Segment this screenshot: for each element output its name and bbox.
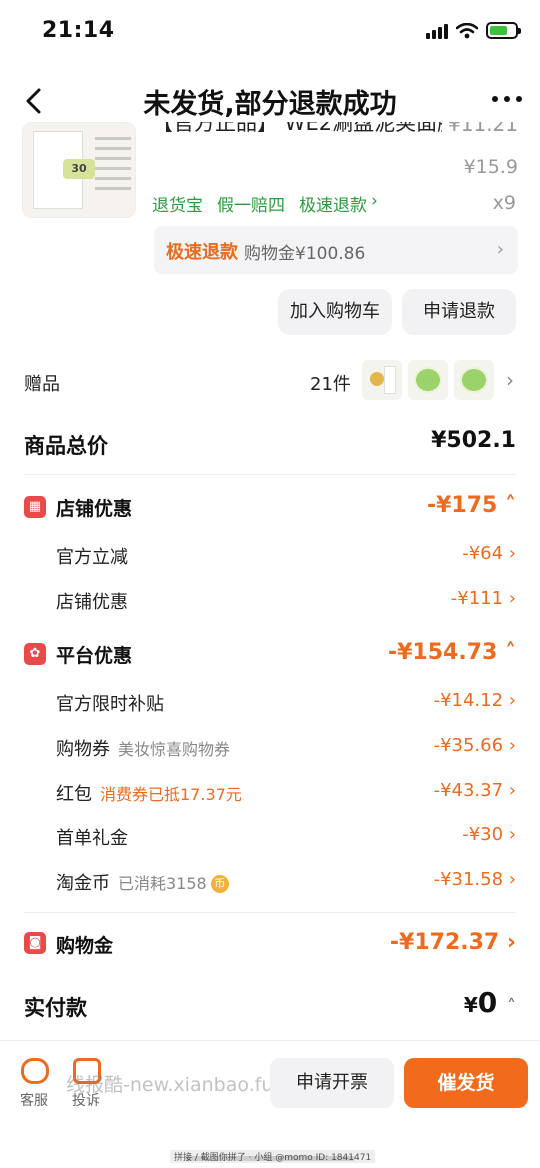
store-discount-label: 店铺优惠	[56, 498, 133, 520]
gift-count[interactable]: 21件	[310, 370, 351, 396]
shopping-credit-value[interactable]: -¥172.37 ›	[390, 930, 516, 955]
platform-item-value[interactable]: -¥14.12 ›	[434, 690, 516, 711]
chevron-right-icon: ›	[508, 543, 516, 564]
platform-item-value[interactable]: -¥30 ›	[462, 824, 516, 845]
platform-item-value[interactable]: -¥35.66 ›	[434, 735, 516, 756]
platform-item-value[interactable]: -¥31.58 ›	[434, 869, 516, 890]
goods-total-label: 商品总价	[24, 434, 108, 458]
shopping-credit-label: 购物金	[56, 935, 114, 957]
platform-icon: ✿	[24, 643, 46, 665]
store-discount-item-label: 店铺优惠	[56, 592, 128, 613]
status-icons	[426, 22, 521, 39]
chevron-right-icon: ›	[508, 690, 516, 711]
chevron-right-icon: ›	[508, 735, 516, 756]
page-title: 未发货,部分退款成功	[143, 89, 397, 120]
product-price: ¥11.21	[448, 122, 518, 136]
tag-return-insurance: 退货宝	[152, 196, 203, 216]
product-title[interactable]: 【官方正品】 WE2涮盘泥荚面膜	[152, 122, 442, 136]
paid-label: 实付款	[24, 996, 87, 1020]
refund-type: 极速退款	[166, 242, 238, 263]
chevron-right-icon: ›	[508, 869, 516, 890]
store-discount-item-value[interactable]: -¥111 ›	[451, 588, 516, 609]
platform-item-label: 购物券 美妆惊喜购物券	[56, 739, 231, 760]
coin-icon: 币	[210, 875, 229, 893]
customer-service-icon[interactable]	[21, 1058, 49, 1084]
status-time: 21:14	[42, 18, 115, 43]
chevron-right-icon: ›	[371, 191, 378, 211]
tag-fake-compensation: 假一赔四	[217, 196, 285, 216]
product-quantity: x9	[492, 192, 516, 214]
more-icon[interactable]	[492, 96, 522, 102]
home-indicator	[185, 1156, 355, 1161]
chevron-up-icon: ˄	[507, 996, 516, 1017]
store-discount-value[interactable]: -¥175 ˄	[427, 493, 516, 518]
watermark: 线报酷-new.xianbao.fun	[66, 1074, 286, 1096]
goods-total-value: ¥502.1	[431, 428, 516, 453]
platform-discount-value[interactable]: -¥154.73 ˄	[388, 640, 516, 665]
store-discount-item-value[interactable]: -¥64 ›	[462, 543, 516, 564]
platform-item-label: 红包 消费券已抵17.37元	[56, 784, 242, 805]
gift-thumbnail[interactable]	[362, 360, 402, 400]
product-original-price: ¥15.9	[463, 156, 518, 178]
battery-icon	[486, 22, 521, 39]
add-to-cart-button[interactable]: 加入购物车	[278, 289, 392, 335]
tag-fast-refund: 极速退款	[299, 196, 367, 216]
platform-item-value[interactable]: -¥43.37 ›	[434, 780, 516, 801]
wifi-icon	[456, 22, 478, 38]
cellular-signal-icon	[426, 23, 448, 39]
chevron-right-icon: ›	[508, 780, 516, 801]
gift-thumbnail[interactable]	[454, 360, 494, 400]
refund-amount: 购物金¥100.86	[244, 244, 366, 264]
gift-thumbnail[interactable]	[408, 360, 448, 400]
urge-shipment-button[interactable]: 催发货	[404, 1058, 528, 1108]
apply-refund-button[interactable]: 申请退款	[402, 289, 516, 335]
apply-invoice-button[interactable]: 申请开票	[270, 1058, 394, 1108]
service-tags[interactable]: 退货宝 假一赔四 极速退款 ›	[152, 191, 378, 216]
chevron-up-icon: ˄	[505, 493, 516, 518]
divider	[24, 912, 516, 913]
platform-item-label: 首单礼金	[56, 828, 128, 849]
divider	[24, 474, 516, 475]
platform-discount-label: 平台优惠	[56, 645, 133, 667]
platform-item-label: 官方限时补贴	[56, 694, 164, 715]
chevron-right-icon: ›	[508, 824, 516, 845]
chevron-right-icon[interactable]: ›	[506, 368, 514, 392]
paid-value[interactable]: ¥0 ˄	[464, 986, 516, 1019]
chevron-right-icon: ›	[508, 588, 516, 609]
store-discount-item-label: 官方立减	[56, 547, 128, 568]
chevron-right-icon: ›	[496, 239, 504, 260]
store-icon: ▦	[24, 496, 46, 518]
customer-service-label[interactable]: 客服	[20, 1090, 48, 1110]
platform-item-label: 淘金币 已消耗3158 币	[56, 869, 229, 895]
chevron-right-icon: ›	[506, 930, 516, 955]
chevron-up-icon: ˄	[505, 640, 516, 665]
gift-label: 赠品	[24, 374, 60, 395]
shopping-credit-icon: ◙	[24, 932, 46, 954]
product-thumbnail[interactable]: 30	[22, 122, 136, 218]
refund-info-row[interactable]: 极速退款 购物金¥100.86 ›	[154, 226, 518, 274]
